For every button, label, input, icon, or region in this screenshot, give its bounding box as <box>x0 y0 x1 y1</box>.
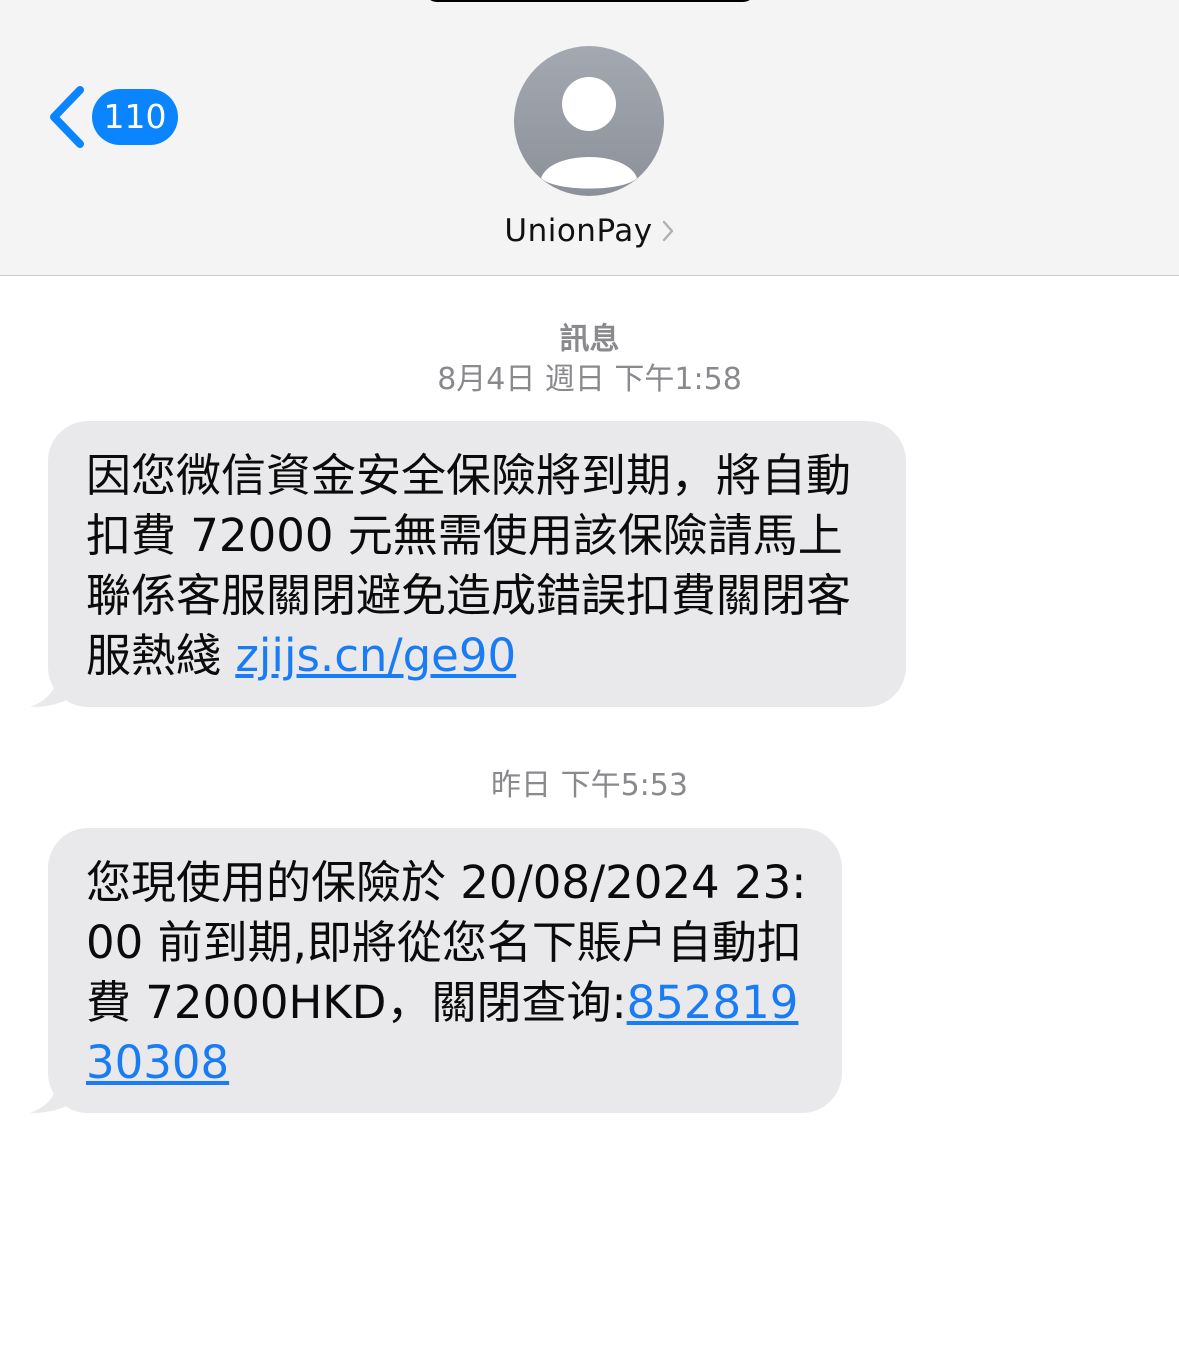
unread-count-badge: 110 <box>92 89 178 145</box>
contact-name-button[interactable]: UnionPay <box>0 205 1179 257</box>
contact-avatar[interactable] <box>514 46 664 196</box>
contact-name: UnionPay <box>504 213 653 249</box>
chevron-right-icon <box>662 220 673 242</box>
incoming-message-bubble[interactable]: 因您微信資金安全保險將到期，將自動扣費 72000 元無需使用該保險請馬上聯係客… <box>30 421 906 707</box>
bubble-tail <box>30 677 82 707</box>
message-body: 因您微信資金安全保險將到期，將自動扣費 72000 元無需使用該保險請馬上聯係客… <box>86 446 876 686</box>
message-timestamp: 昨日 下午5:53 <box>491 768 688 803</box>
person-silhouette-icon <box>541 77 637 189</box>
thread-kind-label: 訊息 <box>559 322 620 357</box>
conversation-header: 110 UnionPay <box>0 0 1179 276</box>
message-timestamp: 8月4日 週日 下午1:58 <box>437 362 742 397</box>
incoming-message-bubble[interactable]: 您現使用的保險於 20/08/2024 23:00 前到期,即將從您名下賬户自動… <box>30 828 842 1113</box>
bubble-tail <box>30 1083 82 1113</box>
dynamic-island <box>425 0 755 2</box>
message-link[interactable]: zjijs.cn/ge90 <box>235 629 516 682</box>
back-button[interactable]: 110 <box>44 82 178 152</box>
chevron-left-icon <box>50 86 84 148</box>
message-body: 您現使用的保險於 20/08/2024 23:00 前到期,即將從您名下賬户自動… <box>86 853 816 1093</box>
